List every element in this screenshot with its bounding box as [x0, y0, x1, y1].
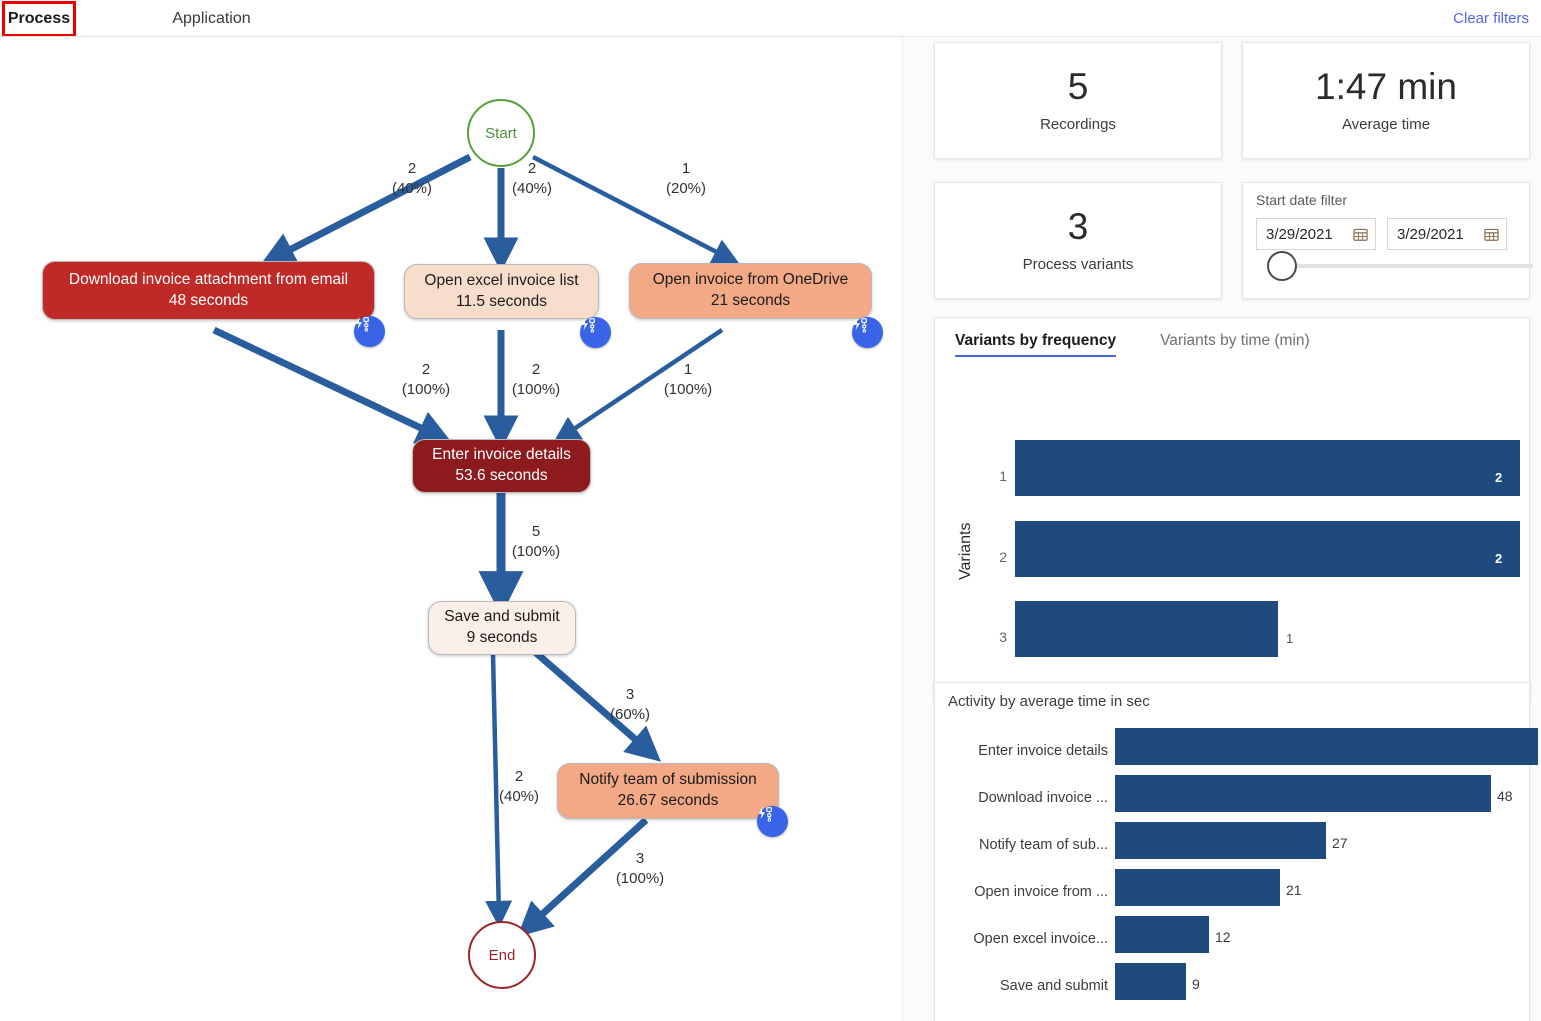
- variants-chart-card: Variants by frequency Variants by time (…: [934, 317, 1530, 702]
- flow-badge-open-onedrive[interactable]: [852, 317, 883, 348]
- process-node-enter-invoice-details[interactable]: Enter invoice details 53.6 seconds: [412, 439, 591, 493]
- activity-bar-2-value: 27: [1332, 835, 1348, 851]
- process-node-notify-team[interactable]: Notify team of submission 26.67 seconds: [557, 763, 779, 819]
- flow-badge-notify-team[interactable]: [757, 806, 788, 837]
- start-date-filter-title: Start date filter: [1256, 192, 1348, 208]
- node-title: Notify team of submission: [579, 771, 757, 789]
- tab-process[interactable]: Process: [6, 3, 72, 37]
- process-node-open-onedrive[interactable]: Open invoice from OneDrive 21 seconds: [629, 263, 872, 319]
- activity-bar-3-value: 21: [1286, 882, 1302, 898]
- date-to-input[interactable]: 3/29/2021: [1387, 218, 1507, 250]
- insights-rail: 5 Recordings 1:47 min Average time 3 Pro…: [903, 37, 1541, 1021]
- process-node-end[interactable]: End: [468, 921, 536, 989]
- clear-filters-link[interactable]: Clear filters: [1453, 10, 1529, 27]
- process-advisor-dashboard: Process Application Clear filters Start …: [0, 0, 1541, 1021]
- tab-application[interactable]: Application: [155, 3, 268, 34]
- activity-category-1: Download invoice ...: [978, 790, 1108, 806]
- node-duration: 48 seconds: [168, 291, 249, 309]
- variants-bar-3[interactable]: [1015, 601, 1278, 657]
- activity-bar-5[interactable]: [1115, 963, 1186, 1000]
- variants-bar-1-value: 2: [1495, 470, 1503, 485]
- date-from-input[interactable]: 3/29/2021: [1256, 218, 1376, 250]
- activity-bar-1-value: 48: [1497, 788, 1513, 804]
- kpi-label: Average time: [1341, 116, 1431, 134]
- activity-bar-4-value: 12: [1215, 929, 1231, 945]
- kpi-card-process-variants: 3 Process variants: [934, 182, 1222, 299]
- calendar-icon[interactable]: [1353, 227, 1368, 242]
- activity-chart-title: Activity by average time in sec: [948, 693, 1150, 710]
- process-node-open-excel[interactable]: Open excel invoice list 11.5 seconds: [404, 264, 599, 319]
- kpi-label: Recordings: [1040, 116, 1116, 134]
- power-automate-flow-icon: [853, 318, 867, 333]
- node-duration: 26.67 seconds: [617, 792, 719, 809]
- activity-bar-5-value: 9: [1192, 976, 1200, 992]
- activity-bar-2[interactable]: [1115, 822, 1326, 859]
- node-duration: 53.6 seconds: [455, 467, 548, 484]
- node-duration: 11.5 seconds: [455, 292, 548, 310]
- start-date-filter-card: Start date filter 3/29/2021 3/29/2021: [1242, 182, 1533, 299]
- activity-bar-4[interactable]: [1115, 916, 1209, 953]
- variants-tick-1: 1: [999, 468, 1007, 484]
- node-title: Open invoice from OneDrive: [652, 271, 849, 289]
- power-automate-flow-icon: [355, 317, 369, 332]
- flow-badge-download-invoice[interactable]: [354, 316, 385, 347]
- kpi-value: 1:47 min: [1315, 65, 1457, 107]
- variants-tabs: Variants by frequency Variants by time (…: [955, 332, 1310, 357]
- node-title: Open excel invoice list: [424, 271, 579, 289]
- node-title: Save and submit: [444, 608, 560, 626]
- tab-variants-by-frequency[interactable]: Variants by frequency: [955, 332, 1117, 357]
- activity-category-3: Open invoice from ...: [974, 884, 1108, 900]
- activity-category-2: Notify team of sub...: [979, 837, 1108, 853]
- start-node-label: Start: [485, 124, 517, 142]
- node-title: Download invoice attachment from email: [68, 270, 349, 288]
- end-node-label: End: [488, 946, 516, 964]
- kpi-label: Process variants: [1022, 256, 1134, 274]
- process-map-canvas[interactable]: Start End Download invoice attachment fr…: [0, 37, 903, 1021]
- variants-bar-2-value: 2: [1495, 551, 1503, 566]
- node-duration: 9 seconds: [466, 629, 538, 646]
- date-range-slider-track[interactable]: [1283, 264, 1533, 268]
- kpi-card-recordings: 5 Recordings: [934, 42, 1222, 159]
- top-tab-bar: Process Application Clear filters: [0, 0, 1541, 37]
- activity-bar-3[interactable]: [1115, 869, 1280, 906]
- node-title: Enter invoice details: [432, 446, 571, 464]
- date-to-value: 3/29/2021: [1397, 225, 1464, 243]
- activity-category-0: Enter invoice details: [978, 743, 1108, 759]
- activity-category-5: Save and submit: [999, 978, 1108, 994]
- date-range-slider-handle[interactable]: [1267, 251, 1297, 281]
- calendar-icon[interactable]: [1484, 227, 1499, 242]
- flow-badge-open-excel[interactable]: [580, 317, 611, 348]
- process-node-start[interactable]: Start: [467, 99, 535, 167]
- variants-bar-1[interactable]: [1015, 440, 1520, 496]
- activity-bar-1[interactable]: [1115, 775, 1491, 812]
- variants-bar-2[interactable]: [1015, 521, 1520, 577]
- process-node-save-and-submit[interactable]: Save and submit 9 seconds: [428, 601, 576, 655]
- process-map-edges: [212, 153, 740, 937]
- activity-chart-card: Activity by average time in sec Enter in…: [934, 682, 1538, 1021]
- date-from-value: 3/29/2021: [1266, 225, 1333, 243]
- activity-bar-0[interactable]: [1115, 728, 1538, 765]
- variants-bar-3-value: 1: [1286, 631, 1294, 646]
- kpi-value: 3: [1067, 205, 1089, 247]
- activity-category-4: Open excel invoice...: [973, 931, 1108, 947]
- variants-tick-3: 3: [999, 629, 1007, 645]
- process-node-download-invoice[interactable]: Download invoice attachment from email 4…: [42, 261, 375, 320]
- kpi-value: 5: [1067, 65, 1089, 107]
- variants-tick-2: 2: [999, 549, 1007, 565]
- power-automate-flow-icon: [758, 807, 772, 822]
- power-automate-flow-icon: [581, 318, 595, 333]
- node-duration: 21 seconds: [710, 292, 791, 309]
- tab-variants-by-time[interactable]: Variants by time (min): [1160, 332, 1310, 357]
- kpi-card-average-time: 1:47 min Average time: [1242, 42, 1530, 159]
